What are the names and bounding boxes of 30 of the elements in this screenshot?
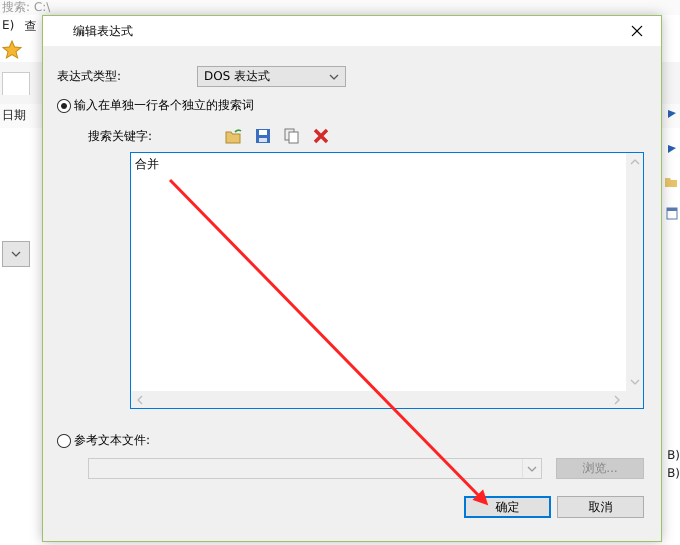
menu-item[interactable]: 查 xyxy=(24,18,36,36)
chevron-icon xyxy=(11,249,21,260)
window-title: 搜索: C:\ xyxy=(2,0,50,16)
dialog-button[interactable]: 确定 xyxy=(464,496,551,518)
dialog-button[interactable]: 取消 xyxy=(557,496,644,518)
file-size: B) xyxy=(667,466,680,480)
file-path-field[interactable] xyxy=(88,458,542,479)
radio-button[interactable] xyxy=(57,434,71,448)
keywords-field[interactable]: 合并 xyxy=(130,152,644,409)
type-select[interactable]: DOS 表达式 xyxy=(197,66,346,87)
dialog-title: 编辑表达式 xyxy=(73,22,133,40)
keywords-label: 搜索关键字: xyxy=(88,128,152,144)
scroll-down-icon xyxy=(630,377,640,387)
close-icon[interactable] xyxy=(631,25,643,37)
file-size: B) xyxy=(667,448,680,462)
chevron-icon xyxy=(527,464,537,474)
vertical-scrollbar[interactable] xyxy=(626,153,643,391)
horizontal-scrollbar[interactable] xyxy=(131,391,626,408)
scroll-up-icon xyxy=(630,157,640,167)
radio-label[interactable]: 输入在单独一行各个独立的搜索词 xyxy=(74,97,254,114)
scroll-left-icon xyxy=(135,394,145,404)
type-label: 表达式类型: xyxy=(57,68,122,85)
calendar-icon[interactable] xyxy=(666,206,678,220)
radio-label[interactable]: 参考文本文件: xyxy=(74,432,150,449)
column-header[interactable]: 日期 xyxy=(2,107,26,124)
menu-item[interactable]: E) xyxy=(2,18,14,36)
radio-button[interactable] xyxy=(57,98,71,112)
chevron-icon xyxy=(329,72,339,82)
star-icon[interactable] xyxy=(2,40,22,60)
scroll-right-icon xyxy=(612,394,622,404)
